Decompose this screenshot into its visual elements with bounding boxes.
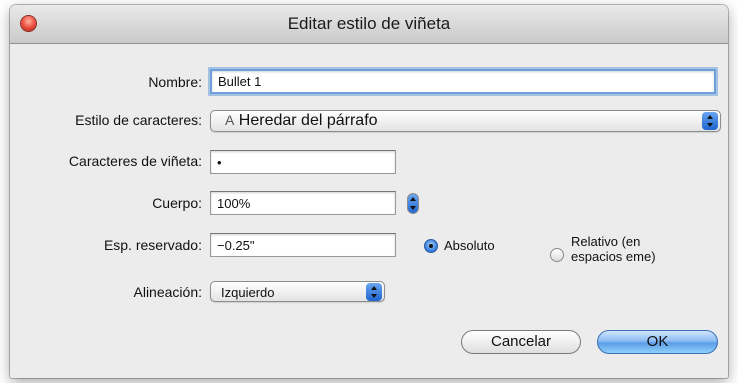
alineacion-label: Alineación: [133,284,203,300]
cancel-button[interactable]: Cancelar [461,330,581,354]
dialog-window: Editar estilo de viñeta Nombre: Bullet 1… [10,5,728,378]
estilo-caracteres-label: Estilo de caracteres: [75,112,202,128]
alineacion-popup[interactable]: Izquierdo [210,281,385,302]
caracteres-vineta-label: Caracteres de viñeta: [68,153,202,169]
cuerpo-field[interactable]: 100% [210,191,396,215]
estilo-caracteres-popup[interactable]: A Heredar del párrafo [210,110,721,132]
window-title: Editar estilo de viñeta [287,14,451,33]
cuerpo-stepper[interactable] [407,193,419,214]
stepper-arrows-icon [410,197,416,210]
nombre-field[interactable]: Bullet 1 [210,69,716,94]
esp-reservado-field[interactable]: −0.25" [210,233,396,257]
cuerpo-label: Cuerpo: [152,195,202,211]
relativo-label: Relativo (en espacios eme) [571,234,656,264]
absoluto-radio[interactable] [424,239,438,253]
alineacion-value: Izquierdo [221,285,275,300]
character-style-icon: A [225,112,235,128]
esp-reservado-label: Esp. reservado: [103,237,202,253]
absoluto-label: Absoluto [444,238,495,253]
relativo-label-line2: espacios eme) [571,249,656,264]
popup-arrows-icon [702,112,718,130]
popup-arrows-icon [366,283,382,301]
nombre-label: Nombre: [148,74,202,90]
title-bar: Editar estilo de viñeta [10,5,728,44]
caracteres-vineta-field[interactable]: • [210,150,396,174]
ok-button[interactable]: OK [597,330,718,354]
estilo-caracteres-value: Heredar del párrafo [238,112,378,129]
relativo-radio[interactable] [550,248,564,262]
relativo-label-line1: Relativo (en [571,234,641,249]
